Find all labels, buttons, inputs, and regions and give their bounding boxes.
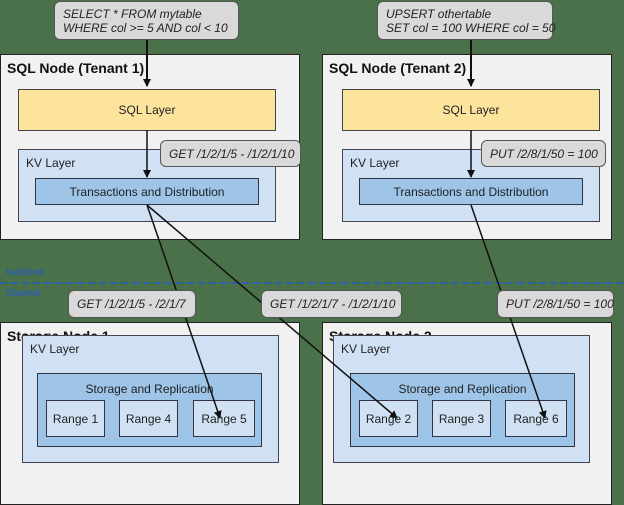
range-box: Range 5: [193, 400, 255, 437]
sql-node-title: SQL Node (Tenant 2): [329, 60, 467, 76]
range-box: Range 2: [359, 400, 418, 437]
kv-layer-label: KV Layer: [341, 342, 391, 356]
split-request-callout-1: GET /1/2/1/5 - /2/1/7: [68, 290, 196, 318]
zone-label-shared: Shared: [6, 288, 40, 299]
range-box: Range 6: [505, 400, 567, 437]
sql-layer: SQL Layer: [342, 89, 600, 131]
kv-layer-label: KV Layer: [26, 156, 76, 170]
storage-replication: Storage and Replication Range 1 Range 4 …: [37, 373, 262, 447]
storage-replication-label: Storage and Replication: [398, 382, 527, 396]
kv-layer-label: KV Layer: [350, 156, 400, 170]
sql-node-title: SQL Node (Tenant 1): [7, 60, 145, 76]
range-box: Range 1: [46, 400, 105, 437]
sql-layer: SQL Layer: [18, 89, 276, 131]
range-box: Range 4: [119, 400, 178, 437]
storage-node-2: Storage Node 2 KV Layer Storage and Repl…: [322, 322, 612, 505]
kv-layer: KV Layer Storage and Replication Range 1…: [22, 335, 279, 463]
kv-layer-label: KV Layer: [30, 342, 80, 356]
storage-replication: Storage and Replication Range 2 Range 3 …: [350, 373, 575, 447]
storage-node-1: Storage Node 1 KV Layer Storage and Repl…: [0, 322, 300, 505]
split-request-callout-2: GET /1/2/1/7 - /1/2/1/10: [261, 290, 402, 318]
kv-request-callout-tenant-2: PUT /2/8/1/50 = 100: [481, 140, 606, 167]
kv-request-callout-tenant-1: GET /1/2/1/5 - /1/2/1/10: [160, 140, 301, 167]
zone-label-isolated: Isolated: [6, 267, 44, 278]
split-request-callout-3: PUT /2/8/1/50 = 100: [497, 290, 614, 318]
kv-layer: KV Layer Storage and Replication Range 2…: [333, 335, 590, 463]
storage-replication-label: Storage and Replication: [85, 382, 214, 396]
range-box: Range 3: [432, 400, 491, 437]
query-callout-tenant-2: UPSERT othertable SET col = 100 WHERE co…: [377, 1, 555, 40]
query-callout-tenant-1: SELECT * FROM mytable WHERE col >= 5 AND…: [54, 1, 239, 40]
transactions-distribution: Transactions and Distribution: [35, 178, 259, 205]
transactions-distribution: Transactions and Distribution: [359, 178, 583, 205]
